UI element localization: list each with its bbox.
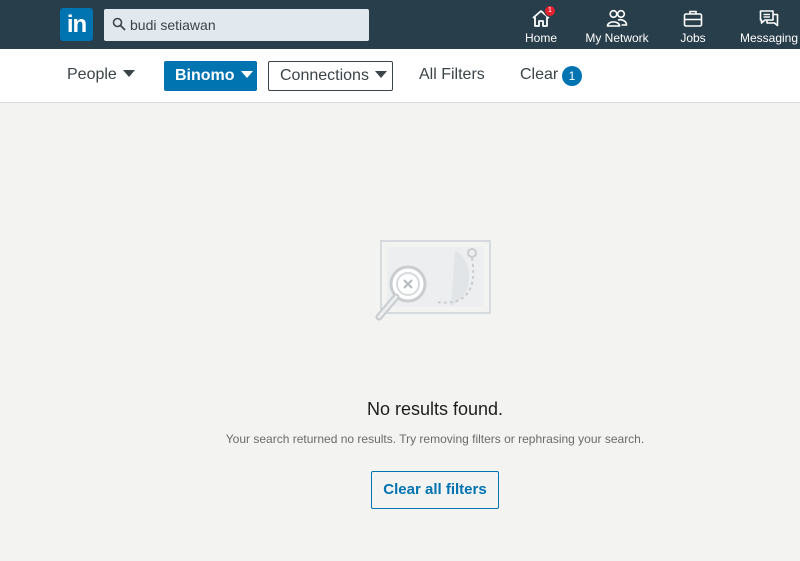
company-filter-binomo[interactable]: Binomo	[164, 61, 257, 91]
nav-item-home[interactable]: 1 Home	[516, 0, 566, 49]
nav-item-label: My Network	[585, 31, 649, 45]
caret-down-icon	[122, 70, 135, 78]
no-results-message: Your search returned no results. Try rem…	[225, 432, 645, 446]
search-input[interactable]	[130, 9, 360, 41]
company-filter-label: Binomo	[175, 67, 235, 84]
all-filters-button[interactable]: All Filters	[419, 66, 485, 84]
people-filter-label: People	[67, 66, 117, 83]
nav-item-label: Messaging	[739, 31, 799, 45]
nav-item-label: Home	[524, 31, 557, 45]
clear-filters-button[interactable]: Clear	[520, 66, 558, 84]
search-icon	[112, 17, 126, 31]
linkedin-logo[interactable]: in	[60, 8, 93, 41]
active-filter-count-badge: 1	[562, 66, 582, 86]
people-filter-dropdown[interactable]: People	[67, 66, 135, 84]
notification-badge: 1	[544, 5, 556, 17]
nav-item-jobs[interactable]: Jobs	[668, 0, 718, 49]
messaging-icon	[759, 10, 779, 27]
search-box[interactable]	[104, 9, 369, 41]
nav-item-label: Jobs	[680, 31, 706, 45]
nav-item-messaging[interactable]: Messaging	[738, 0, 800, 49]
network-icon	[606, 9, 628, 27]
briefcase-icon	[683, 10, 703, 27]
clear-all-filters-button[interactable]: Clear all filters	[371, 471, 499, 509]
caret-down-icon	[240, 71, 253, 79]
caret-down-icon	[374, 71, 387, 79]
top-nav-bar: in 1 Home My Network Jobs	[0, 0, 800, 49]
connections-filter-label: Connections	[280, 67, 369, 84]
connections-filter-dropdown[interactable]: Connections	[268, 61, 393, 91]
search-filter-bar: People Binomo Connections All Filters Cl…	[0, 49, 800, 103]
no-results-illustration	[375, 240, 491, 321]
nav-item-my-network[interactable]: My Network	[580, 0, 654, 49]
no-results-title: No results found.	[366, 399, 504, 419]
